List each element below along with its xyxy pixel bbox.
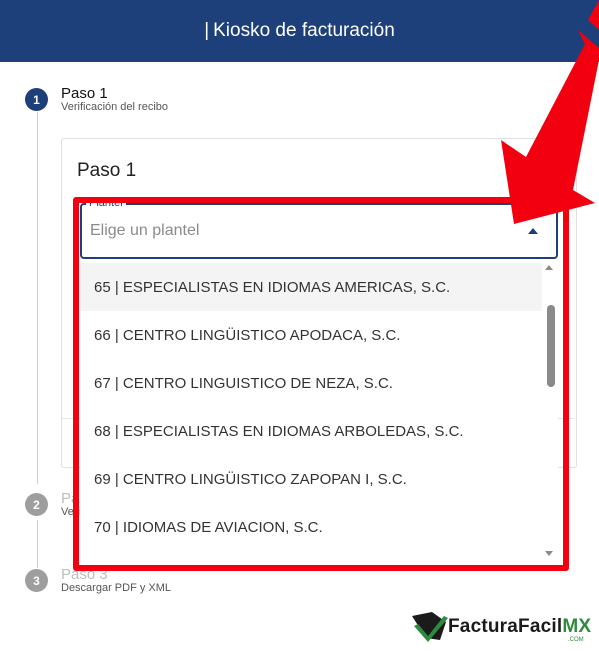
step-2-indicator: 2 [25,493,48,516]
plantel-select-label: Plantel [86,197,126,209]
scroll-thumb[interactable] [547,305,555,387]
plantel-option-65[interactable]: 65 | ESPECIALISTAS EN IDIOMAS AMERICAS, … [80,263,542,311]
header-title: Kiosko de facturación [213,20,395,41]
caret-up-icon[interactable] [528,228,538,234]
step-1-title: Paso 1 [61,85,108,102]
plantel-option-70[interactable]: 70 | IDIOMAS DE AVIACION, S.C. [80,503,542,551]
scroll-up-arrow-icon[interactable] [545,265,553,270]
logo-domain-text: .COM [568,637,584,643]
step-3-indicator: 3 [25,569,48,592]
scroll-down-arrow-icon[interactable] [545,551,553,556]
step-3-title: Paso 3 [61,566,108,583]
step-1-indicator: 1 [25,88,48,111]
logo-brand-text: FacturaFacilMX [448,616,592,637]
step-3-subtitle: Descargar PDF y XML [61,582,172,594]
stepper-line-2 [37,520,38,568]
plantel-option-66[interactable]: 66 | CENTRO LINGÜISTICO APODACA, S.C. [80,311,542,359]
stepper-line-1 [37,112,38,484]
plantel-option-69[interactable]: 69 | CENTRO LINGÜISTICO ZAPOPAN I, S.C. [80,455,542,503]
header-pipe: | [204,20,210,41]
plantel-dropdown: 65 | ESPECIALISTAS EN IDIOMAS AMERICAS, … [80,259,558,564]
card-title: Paso 1 [77,160,137,181]
app-header: | Kiosko de facturación [0,0,599,62]
plantel-option-68[interactable]: 68 | ESPECIALISTAS EN IDIOMAS ARBOLEDAS,… [80,407,542,455]
plantel-select-placeholder: Elige un plantel [90,222,200,239]
plantel-option-67[interactable]: 67 | CENTRO LINGUISTICO DE NEZA, S.C. [80,359,542,407]
step-1-subtitle: Verificación del recibo [61,101,169,113]
